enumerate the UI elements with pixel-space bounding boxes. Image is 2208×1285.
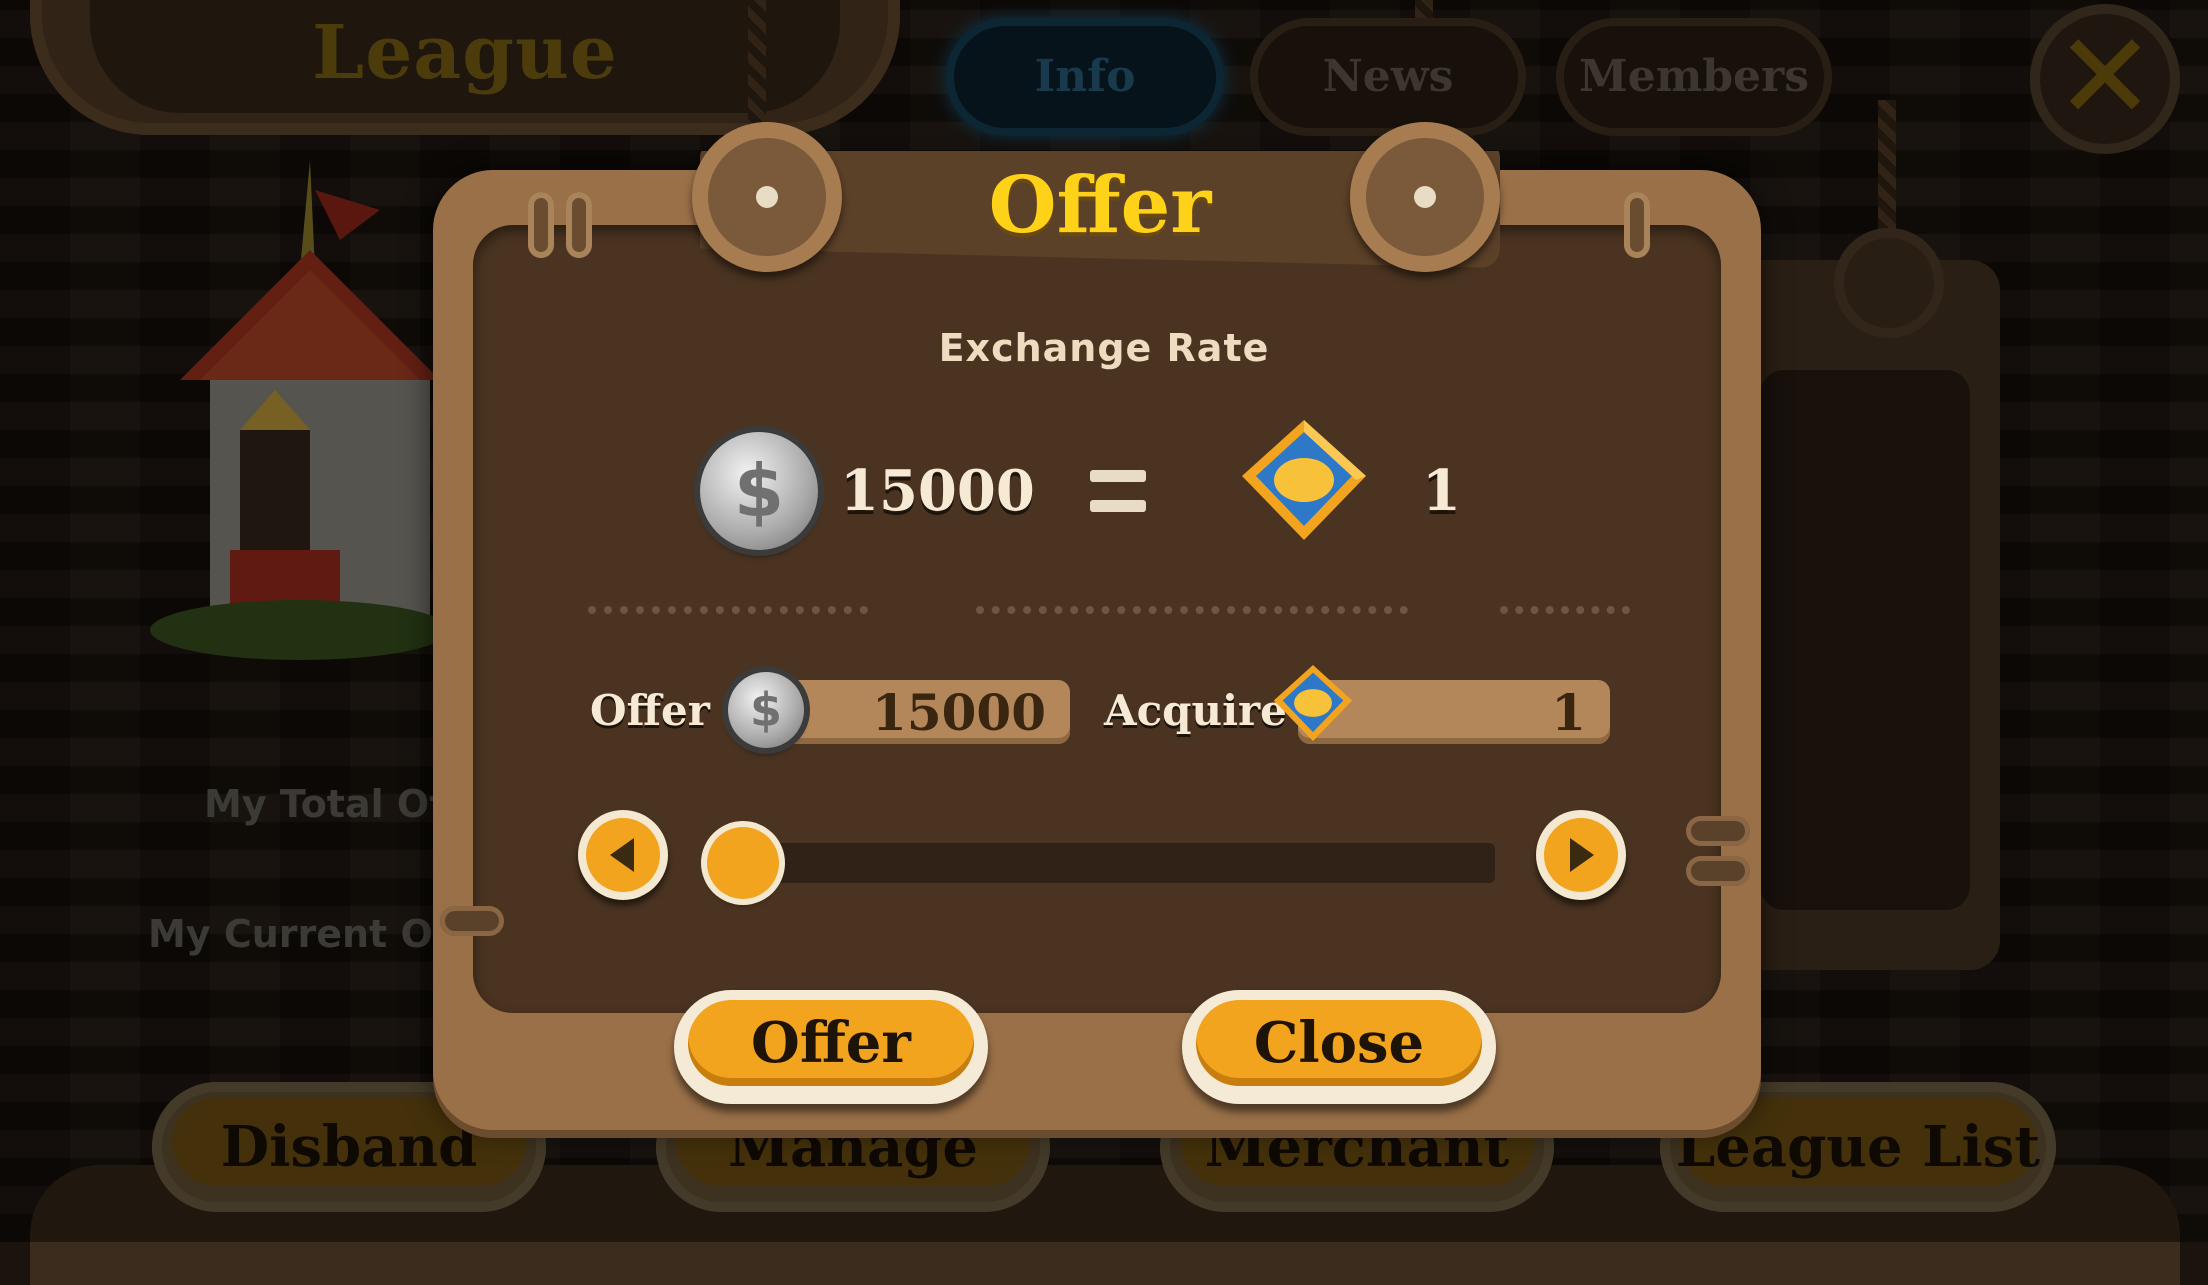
strap-loop xyxy=(528,192,554,258)
handshake-badge-icon xyxy=(1242,420,1366,540)
offer-button[interactable]: Offer xyxy=(674,990,988,1104)
acquire-label: Acquire xyxy=(1104,686,1287,735)
offer-label: Offer xyxy=(590,686,710,735)
arrow-right-icon xyxy=(1570,838,1594,872)
strap-loop xyxy=(1624,192,1650,258)
offer-slider-thumb[interactable] xyxy=(707,827,779,899)
divider xyxy=(588,606,868,614)
side-hook xyxy=(440,906,504,936)
side-hook xyxy=(1686,816,1750,846)
decrease-button[interactable] xyxy=(578,810,668,900)
close-button[interactable]: Close xyxy=(1182,990,1496,1104)
offer-slider-track[interactable] xyxy=(707,843,1495,883)
offer-amount-field: 15000 xyxy=(768,680,1070,744)
silver-coin-icon: $ xyxy=(728,672,804,748)
exchange-rate-label: Exchange Rate xyxy=(938,326,1270,370)
rate-coin-amount: 15000 xyxy=(840,458,1035,524)
dialog-title: Offer xyxy=(988,160,1212,251)
divider xyxy=(1500,606,1630,614)
strap-loop xyxy=(566,192,592,258)
divider xyxy=(976,606,1408,614)
dialog-knob-left xyxy=(692,122,842,272)
dialog-knob-right xyxy=(1350,122,1500,272)
side-hook xyxy=(1686,856,1750,886)
increase-button[interactable] xyxy=(1536,810,1626,900)
equals-icon xyxy=(1090,470,1146,514)
silver-coin-icon: $ xyxy=(700,432,818,550)
arrow-left-icon xyxy=(610,838,634,872)
offer-dialog xyxy=(433,170,1761,1130)
rate-badge-amount: 1 xyxy=(1422,458,1461,524)
handshake-badge-icon xyxy=(1273,665,1353,741)
